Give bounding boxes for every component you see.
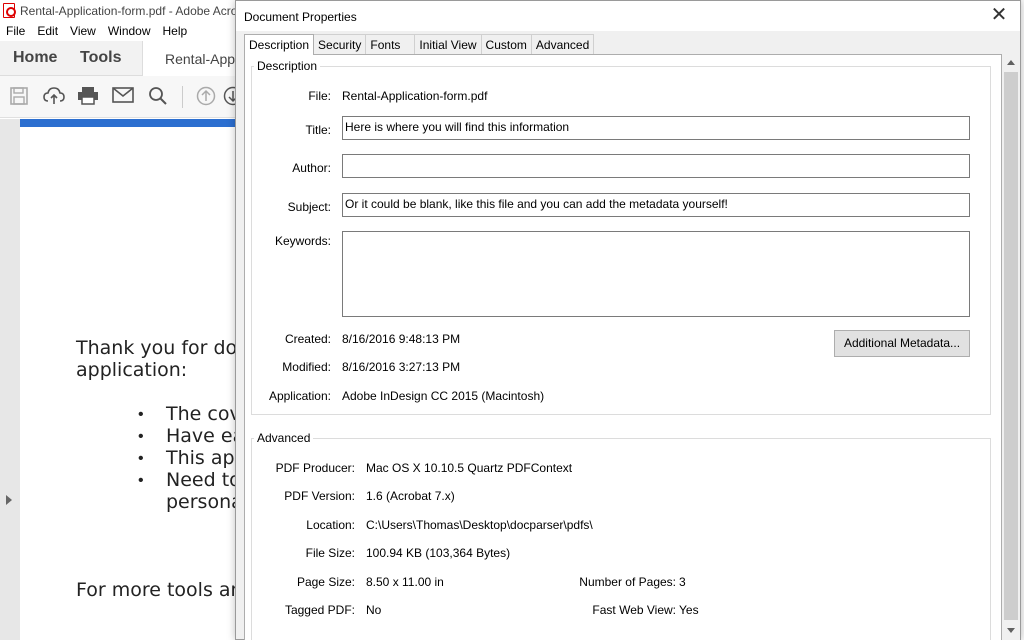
additional-metadata-button[interactable]: Additional Metadata...: [834, 330, 970, 357]
author-label: Author:: [292, 161, 331, 175]
tab-description[interactable]: Description: [244, 34, 315, 55]
document-properties-dialog: Document Properties ✕ Description Securi…: [235, 0, 1021, 640]
title-label: Title:: [305, 123, 331, 137]
acrobat-toolbar: [0, 76, 243, 118]
pdf-producer-value: Mac OS X 10.10.5 Quartz PDFContext: [366, 461, 573, 475]
location-value: C:\Users\Thomas\Desktop\docparser\pdfs\: [366, 518, 593, 532]
page-bullet-text: persona: [166, 491, 243, 513]
dialog-scrollbar[interactable]: [1002, 54, 1020, 640]
pdf-file-icon: [3, 3, 16, 18]
acrobat-tab-bar: Home Tools Rental-Appl: [0, 41, 240, 76]
keywords-field[interactable]: [342, 231, 970, 317]
application-value: Adobe InDesign CC 2015 (Macintosh): [342, 389, 545, 403]
expand-panel-icon[interactable]: [6, 495, 12, 505]
save-icon[interactable]: [8, 86, 30, 108]
acrobat-window-title: Rental-Application-form.pdf - Adobe Acro…: [20, 4, 245, 18]
search-icon[interactable]: [147, 86, 169, 108]
bullet-icon: •: [138, 450, 144, 467]
file-value: Rental-Application-form.pdf: [342, 89, 488, 103]
number-of-pages-label: Number of Pages:: [579, 575, 676, 589]
tab-security[interactable]: Security: [313, 34, 367, 54]
modified-label: Modified:: [282, 360, 331, 374]
subject-field[interactable]: Or it could be blank, like this file and…: [342, 193, 970, 217]
menu-view[interactable]: View: [64, 22, 102, 40]
menu-edit[interactable]: Edit: [31, 22, 64, 40]
file-size-value: 100.94 KB (103,364 Bytes): [366, 546, 511, 560]
page-size-label: Page Size:: [296, 575, 355, 589]
tab-advanced[interactable]: Advanced: [530, 34, 595, 54]
tab-fonts[interactable]: Fonts: [365, 34, 416, 54]
page-size-value: 8.50 x 11.00 in: [366, 575, 444, 589]
acrobat-menu-bar: File Edit View Window Help: [0, 22, 240, 40]
scrollbar-thumb[interactable]: [1004, 72, 1018, 620]
fast-web-view-value: Yes: [679, 603, 699, 617]
email-icon[interactable]: [112, 86, 134, 108]
description-panel: Description File: Rental-Application-for…: [244, 54, 1002, 640]
page-header-bar: [20, 119, 240, 127]
previous-page-icon[interactable]: [195, 86, 217, 108]
page-text-line: application:: [76, 359, 188, 381]
pdf-version-label: PDF Version:: [284, 489, 355, 503]
left-panel-rail: [0, 119, 20, 640]
page-bullet-text: Have ea: [166, 425, 245, 447]
tagged-pdf-value: No: [366, 603, 382, 617]
bullet-icon: •: [138, 406, 144, 423]
page-text-line: For more tools and: [76, 579, 255, 601]
application-label: Application:: [268, 389, 331, 403]
tab-home[interactable]: Home: [13, 49, 57, 67]
modified-value: 8/16/2016 3:27:13 PM: [342, 360, 461, 374]
subject-label: Subject:: [287, 200, 331, 214]
tab-initial-view[interactable]: Initial View: [414, 34, 482, 54]
close-icon[interactable]: ✕: [988, 4, 1010, 26]
menu-window[interactable]: Window: [102, 22, 157, 40]
toolbar-divider: [182, 86, 183, 108]
menu-help[interactable]: Help: [157, 22, 194, 40]
tab-document[interactable]: Rental-Appl: [142, 41, 240, 76]
scroll-down-icon[interactable]: [1007, 628, 1015, 633]
tab-tools[interactable]: Tools: [80, 49, 121, 67]
page-bullet-text: Need to: [166, 469, 241, 491]
screen: Rental-Application-form.pdf - Adobe Acro…: [0, 0, 1024, 640]
bullet-icon: •: [138, 472, 144, 489]
upload-cloud-icon[interactable]: [43, 86, 65, 108]
file-label: File:: [308, 89, 331, 103]
scroll-up-icon[interactable]: [1007, 60, 1015, 65]
tagged-pdf-label: Tagged PDF:: [284, 603, 355, 617]
number-of-pages-value: 3: [679, 575, 686, 589]
description-group-title: Description: [254, 59, 321, 73]
tab-custom[interactable]: Custom: [480, 34, 532, 54]
menu-file[interactable]: File: [0, 22, 31, 40]
dialog-title: Document Properties: [244, 10, 357, 24]
advanced-group-title: Advanced: [254, 431, 314, 445]
pdf-page: Thank you for dow application: • The cov…: [20, 119, 255, 640]
keywords-label: Keywords:: [274, 234, 331, 248]
fast-web-view-label: Fast Web View:: [592, 603, 676, 617]
page-text-line: Thank you for dow: [76, 337, 253, 359]
created-value: 8/16/2016 9:48:13 PM: [342, 332, 461, 346]
dialog-title-bar: Document Properties ✕: [236, 1, 1020, 31]
file-size-label: File Size:: [305, 546, 355, 560]
title-field[interactable]: Here is where you will find this informa…: [342, 116, 970, 140]
pdf-version-value: 1.6 (Acrobat 7.x): [366, 489, 455, 503]
created-label: Created:: [284, 332, 331, 346]
location-label: Location:: [306, 518, 355, 532]
print-icon[interactable]: [77, 86, 99, 108]
author-field[interactable]: [342, 154, 970, 178]
properties-tabs: Description Security Fonts Initial View …: [244, 34, 595, 55]
pdf-producer-label: PDF Producer:: [275, 461, 355, 475]
bullet-icon: •: [138, 428, 144, 445]
